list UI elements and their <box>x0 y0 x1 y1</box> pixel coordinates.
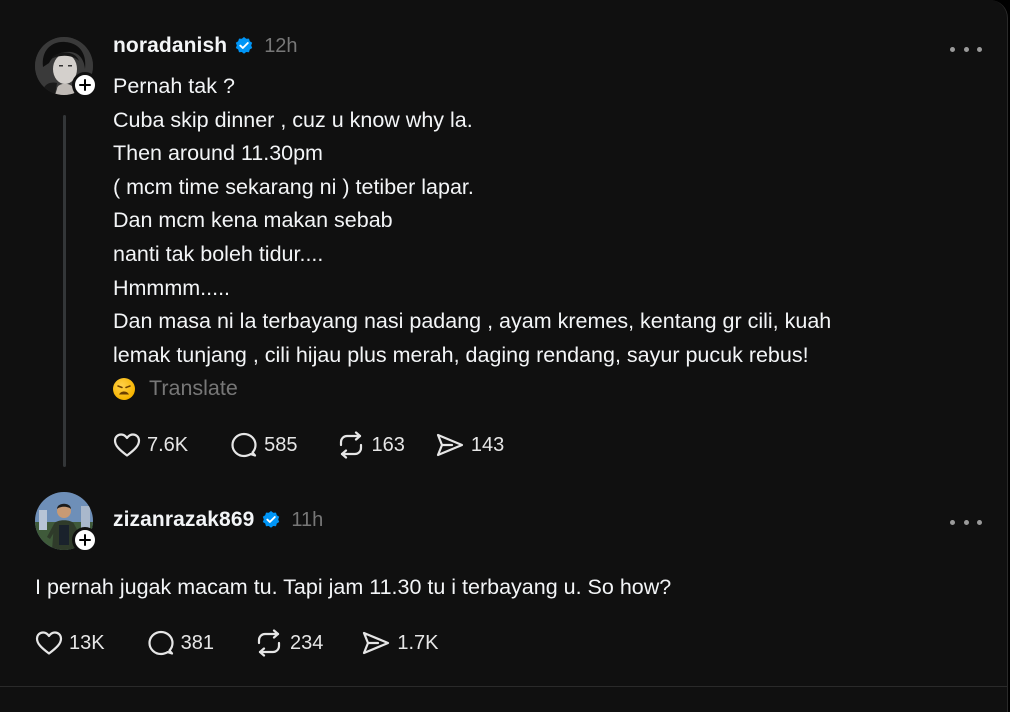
post-text-line: Dan mcm kena makan sebab <box>113 208 393 233</box>
post-1-avatar-wrap[interactable] <box>35 37 98 98</box>
repost-count: 234 <box>289 631 324 654</box>
comment-icon <box>231 432 257 458</box>
like-button[interactable]: 13K <box>35 630 105 656</box>
post-2-actions: 13K 381 234 1.7K <box>35 629 439 657</box>
plus-icon <box>79 534 91 546</box>
comment-icon <box>147 630 174 656</box>
post-1-actions: 7.6K 585 163 143 <box>113 431 504 459</box>
repost-icon <box>339 431 362 459</box>
reply-count: 585 <box>264 433 298 456</box>
more-options-icon[interactable] <box>950 512 982 532</box>
post-text-line: Pernah tak ? <box>113 74 235 98</box>
weary-face-emoji-icon <box>113 378 135 401</box>
share-button[interactable]: 143 <box>435 432 504 458</box>
post-text-line: nanti tak boleh tidur.... <box>113 241 324 266</box>
post-2-body: I pernah jugak macam tu. Tapi jam 11.30 … <box>35 571 671 605</box>
share-count: 1.7K <box>397 631 439 654</box>
timestamp: 12h <box>264 34 298 57</box>
repost-button[interactable]: 163 <box>336 431 405 459</box>
follow-button[interactable] <box>72 527 98 553</box>
translate-row: Translate <box>113 372 831 406</box>
reply-count: 381 <box>180 631 214 654</box>
post-text-line: ( mcm time sekarang ni ) tetiber lapar. <box>113 174 474 199</box>
repost-button[interactable]: 234 <box>254 629 323 657</box>
thread-card: noradanish 12h Pernah tak ? Cuba skip di… <box>0 0 1008 712</box>
post-text-line: Hmmmm..... <box>113 275 231 300</box>
like-count: 7.6K <box>147 433 189 456</box>
share-button[interactable]: 1.7K <box>361 630 439 656</box>
heart-icon <box>113 433 141 457</box>
post-2-header: zizanrazak869 11h <box>113 508 323 532</box>
timestamp: 11h <box>291 508 324 531</box>
post-text-line: Then around 11.30pm <box>113 141 323 166</box>
follow-button[interactable] <box>72 72 98 98</box>
reply-button[interactable]: 585 <box>230 432 298 458</box>
repost-count: 163 <box>371 433 405 456</box>
verified-badge-icon <box>235 37 253 54</box>
post-text-line: Dan masa ni la terbayang nasi padang , a… <box>113 309 832 334</box>
username[interactable]: zizanrazak869 <box>113 508 254 532</box>
post-text-line: lemak tunjang , cili hijau plus merah, d… <box>113 342 809 367</box>
send-icon <box>436 433 464 457</box>
translate-link[interactable]: Translate <box>149 372 238 406</box>
heart-icon <box>35 631 63 655</box>
verified-badge-icon <box>263 511 280 528</box>
like-count: 13K <box>69 631 105 654</box>
username[interactable]: noradanish <box>113 34 227 58</box>
post-1-body: Pernah tak ? Cuba skip dinner , cuz u kn… <box>113 70 831 406</box>
plus-icon <box>79 79 91 91</box>
repost-icon <box>257 629 281 657</box>
more-options-icon[interactable] <box>950 39 982 59</box>
thread-line <box>63 115 66 467</box>
share-count: 143 <box>470 433 505 456</box>
post-text-line: I pernah jugak macam tu. Tapi jam 11.30 … <box>35 575 672 599</box>
post-1-header: noradanish 12h <box>113 34 298 58</box>
like-button[interactable]: 7.6K <box>113 432 188 458</box>
divider <box>0 686 1008 687</box>
post-2-avatar-wrap[interactable] <box>35 492 98 553</box>
post-text-line: Cuba skip dinner , cuz u know why la. <box>113 107 473 132</box>
reply-button[interactable]: 381 <box>147 630 214 656</box>
send-icon <box>363 631 390 655</box>
